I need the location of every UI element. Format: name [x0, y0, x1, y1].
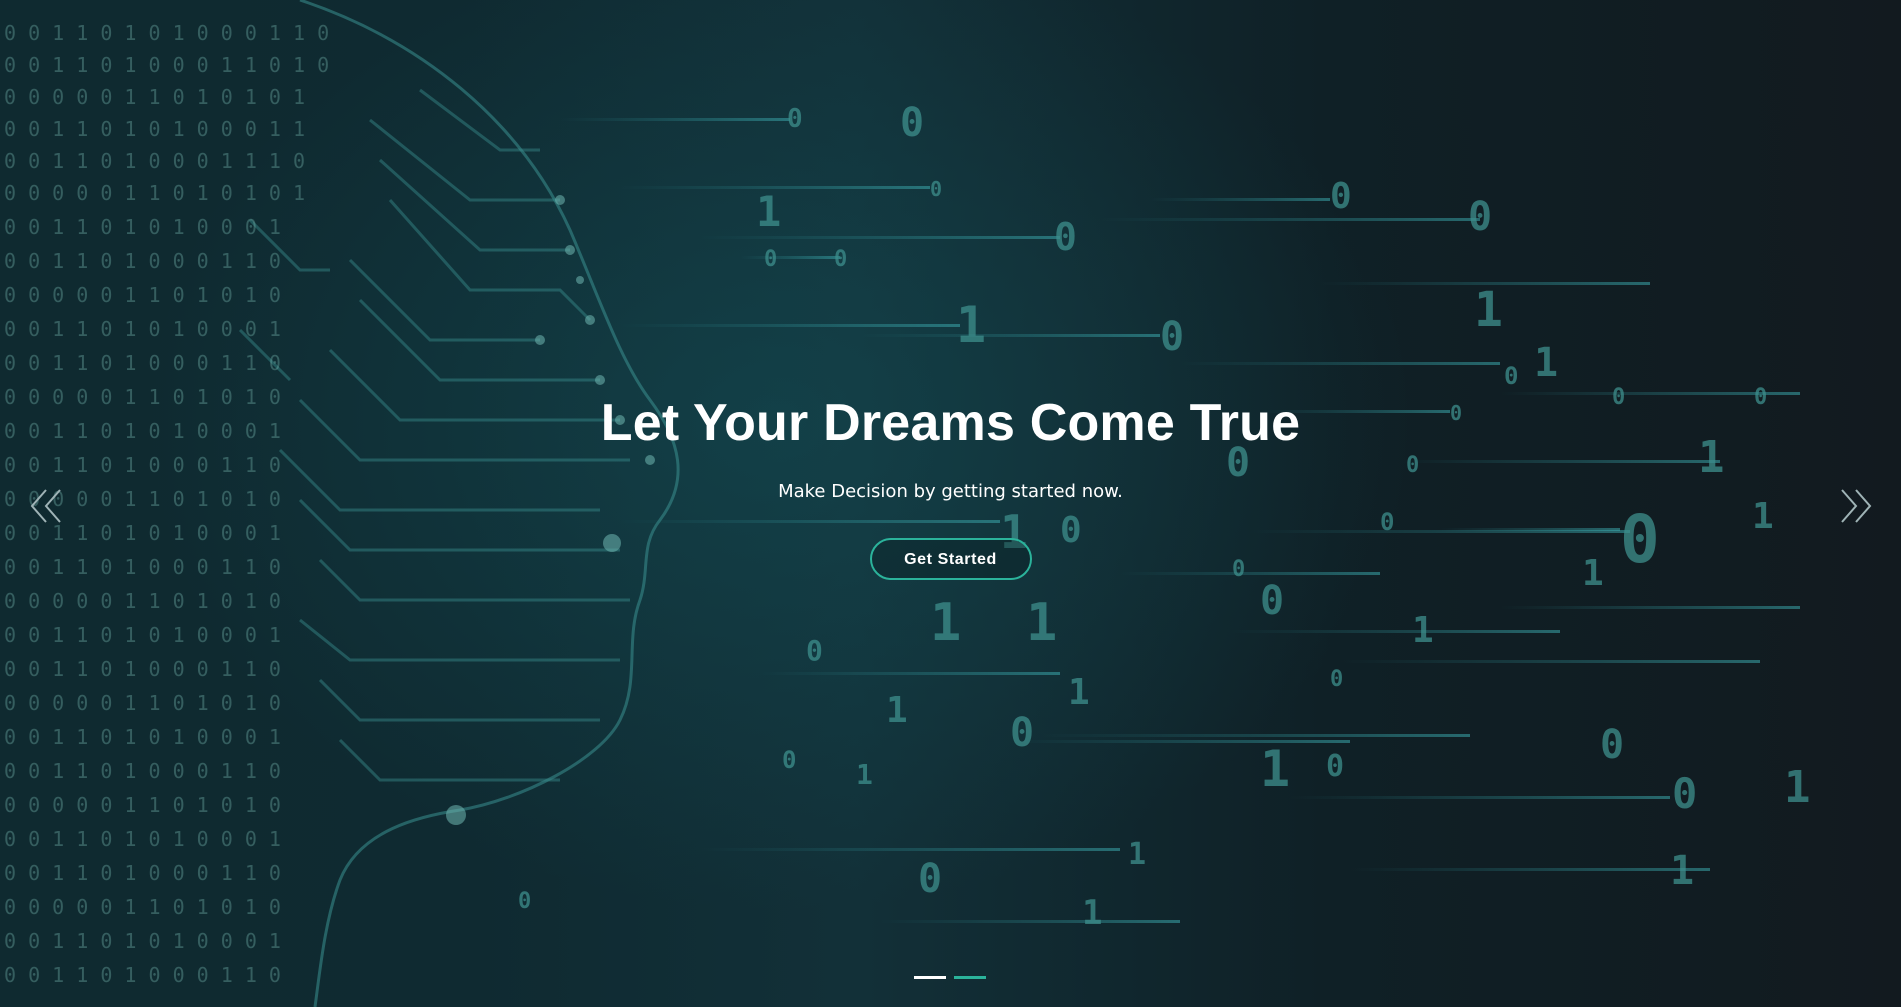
svg-text:1: 1: [1128, 837, 1146, 872]
svg-text:0 0 1 1 0 1 0 1 0 0 0 1: 0 0 1 1 0 1 0 1 0 0 0 1: [4, 929, 281, 953]
svg-text:0: 0: [1504, 362, 1518, 390]
svg-text:0: 0: [918, 856, 942, 902]
svg-text:1: 1: [930, 593, 961, 653]
svg-text:0: 0: [1600, 722, 1624, 768]
svg-text:0 0 0 0 0 1 1 0 1 0 1 0 1: 0 0 0 0 0 1 1 0 1 0 1 0 1: [4, 85, 305, 109]
svg-text:0 0 1 1 0 1 0 1 0 0 0 1 1: 0 0 1 1 0 1 0 1 0 0 0 1 1: [4, 117, 305, 141]
svg-text:0 0 1 1 0 1 0 1 0 0 0 1: 0 0 1 1 0 1 0 1 0 0 0 1: [4, 725, 281, 749]
svg-text:1: 1: [1534, 340, 1558, 386]
double-chevron-right-icon: [1841, 489, 1872, 523]
svg-text:0: 0: [1010, 710, 1034, 756]
carousel-indicator-2[interactable]: [954, 976, 986, 979]
svg-text:0: 0: [787, 104, 803, 134]
svg-text:0: 0: [1330, 667, 1343, 692]
svg-text:1: 1: [1670, 848, 1694, 894]
svg-text:0 0 1 1 0 1 0 1 0 0 0 1 1 0: 0 0 1 1 0 1 0 1 0 0 0 1 1 0: [4, 21, 329, 45]
svg-text:0 0 1 1 0 1 0 0 0 1 1 1 0: 0 0 1 1 0 1 0 0 0 1 1 1 0: [4, 149, 305, 173]
svg-text:0: 0: [1260, 578, 1284, 624]
svg-text:1: 1: [1784, 762, 1811, 813]
svg-text:1: 1: [756, 187, 781, 236]
double-chevron-left-icon: [30, 489, 61, 523]
svg-text:0: 0: [764, 247, 777, 272]
svg-text:0: 0: [518, 889, 531, 914]
hero-subtitle: Make Decision by getting started now.: [778, 481, 1123, 502]
svg-text:0: 0: [1330, 176, 1352, 217]
svg-text:0 0 1 1 0 1 0 1 0 0 0 1: 0 0 1 1 0 1 0 1 0 0 0 1: [4, 623, 281, 647]
svg-text:0 0 0 0 0 1 1 0 1 0 1 0: 0 0 0 0 0 1 1 0 1 0 1 0: [4, 283, 281, 307]
svg-text:1: 1: [1412, 610, 1434, 651]
svg-text:1: 1: [856, 758, 873, 791]
svg-text:0: 0: [834, 247, 847, 272]
svg-text:0 0 1 1 0 1 0 1 0 0 0 1: 0 0 1 1 0 1 0 1 0 0 0 1: [4, 317, 281, 341]
svg-text:0: 0: [1160, 314, 1184, 360]
svg-text:0: 0: [782, 746, 796, 774]
svg-text:0: 0: [930, 177, 942, 201]
svg-text:0 0 1 1 0 1 0 0 0 1 1 0: 0 0 1 1 0 1 0 0 0 1 1 0: [4, 249, 281, 273]
svg-text:0 0 1 1 0 1 0 0 0 1 1 0: 0 0 1 1 0 1 0 0 0 1 1 0: [4, 351, 281, 375]
svg-text:0 0 0 0 0 1 1 0 1 0 1 0: 0 0 0 0 0 1 1 0 1 0 1 0: [4, 589, 281, 613]
svg-text:0 0 0 0 0 1 1 0 1 0 1 0: 0 0 0 0 0 1 1 0 1 0 1 0: [4, 895, 281, 919]
hero-carousel: 0 0 1 1 0 1 0 1 0 0 0 1 1 0 0 0 1 1 0 1 …: [0, 0, 1901, 1007]
svg-text:0 0 1 1 0 1 0 0 0 1 1 0: 0 0 1 1 0 1 0 0 0 1 1 0: [4, 963, 281, 987]
svg-text:0 0 1 1 0 1 0 1 0 0 0 1: 0 0 1 1 0 1 0 1 0 0 0 1: [4, 215, 281, 239]
get-started-button[interactable]: Get Started: [869, 538, 1032, 580]
svg-text:0 0 1 1 0 1 0 0 0 1 1 0: 0 0 1 1 0 1 0 0 0 1 1 0: [4, 657, 281, 681]
carousel-prev-button[interactable]: [28, 486, 68, 526]
svg-text:0 0 0 0 0 1 1 0 1 0 1 0: 0 0 0 0 0 1 1 0 1 0 1 0: [4, 793, 281, 817]
svg-text:0: 0: [1054, 215, 1077, 259]
svg-text:0: 0: [806, 634, 823, 667]
carousel-next-button[interactable]: [1834, 486, 1874, 526]
hero-content: Let Your Dreams Come True Make Decision …: [0, 392, 1901, 580]
svg-text:0 0 0 0 0 1 1 0 1 0 1 0 1: 0 0 0 0 0 1 1 0 1 0 1 0 1: [4, 181, 305, 205]
carousel-indicator-1[interactable]: [914, 976, 946, 979]
svg-text:1: 1: [1082, 893, 1102, 933]
svg-text:0 0 1 1 0 1 0 0 0 1 1 0 1 0: 0 0 1 1 0 1 0 0 0 1 1 0 1 0: [4, 53, 329, 77]
svg-text:0: 0: [1672, 769, 1697, 818]
hero-title: Let Your Dreams Come True: [600, 394, 1301, 452]
svg-text:0 0 1 1 0 1 0 1 0 0 0 1: 0 0 1 1 0 1 0 1 0 0 0 1: [4, 827, 281, 851]
svg-text:0: 0: [1468, 194, 1492, 240]
svg-text:1: 1: [1068, 672, 1090, 713]
svg-text:1: 1: [1474, 282, 1503, 338]
svg-text:1: 1: [1260, 740, 1290, 798]
svg-text:0 0 1 1 0 1 0 0 0 1 1 0: 0 0 1 1 0 1 0 0 0 1 1 0: [4, 861, 281, 885]
svg-text:0 0 0 0 0 1 1 0 1 0 1 0: 0 0 0 0 0 1 1 0 1 0 1 0: [4, 691, 281, 715]
svg-text:1: 1: [886, 690, 908, 731]
svg-text:1: 1: [1026, 593, 1057, 653]
svg-text:0: 0: [900, 100, 924, 146]
svg-text:0: 0: [1326, 749, 1344, 784]
svg-text:0 0 1 1 0 1 0 0 0 1 1 0: 0 0 1 1 0 1 0 0 0 1 1 0: [4, 759, 281, 783]
svg-text:1: 1: [956, 296, 986, 354]
